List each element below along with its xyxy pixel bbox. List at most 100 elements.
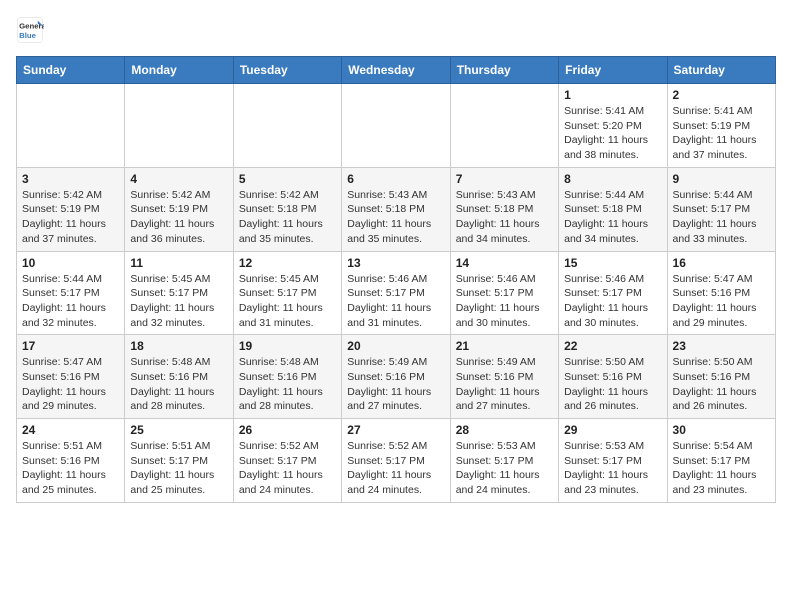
calendar-week-5: 24Sunrise: 5:51 AM Sunset: 5:16 PM Dayli… bbox=[17, 419, 776, 503]
weekday-header-monday: Monday bbox=[125, 57, 233, 84]
svg-text:General: General bbox=[19, 21, 44, 30]
calendar-cell: 26 Sunrise: 5:52 AM Sunset: 5:17 PM Dayli… bbox=[233, 419, 341, 503]
day-info: Sunrise: 5:53 AM Sunset: 5:17 PM Dayligh… bbox=[456, 439, 553, 498]
day-info: Sunrise: 5:41 AM Sunset: 5:19 PM Dayligh… bbox=[673, 104, 770, 163]
day-number: 8 bbox=[564, 172, 661, 186]
calendar-cell: 20 Sunrise: 5:49 AM Sunset: 5:16 PM Dayli… bbox=[342, 335, 450, 419]
day-number: 25 bbox=[130, 423, 227, 437]
calendar-cell: 28 Sunrise: 5:53 AM Sunset: 5:17 PM Dayli… bbox=[450, 419, 558, 503]
calendar-cell bbox=[342, 84, 450, 168]
day-number: 7 bbox=[456, 172, 553, 186]
calendar-cell: 18Sunrise: 5:48 AM Sunset: 5:16 PM Dayli… bbox=[125, 335, 233, 419]
day-info: Sunrise: 5:45 AM Sunset: 5:17 PM Dayligh… bbox=[130, 272, 227, 331]
svg-text:Blue: Blue bbox=[19, 31, 37, 40]
day-info: Sunrise: 5:42 AM Sunset: 5:19 PM Dayligh… bbox=[130, 188, 227, 247]
calendar-cell: 5 Sunrise: 5:42 AM Sunset: 5:18 PM Daylig… bbox=[233, 167, 341, 251]
day-info: Sunrise: 5:50 AM Sunset: 5:16 PM Dayligh… bbox=[673, 355, 770, 414]
weekday-header-row: SundayMondayTuesdayWednesdayThursdayFrid… bbox=[17, 57, 776, 84]
day-number: 11 bbox=[130, 256, 227, 270]
day-number: 1 bbox=[564, 88, 661, 102]
day-number: 18 bbox=[130, 339, 227, 353]
day-info: Sunrise: 5:53 AM Sunset: 5:17 PM Dayligh… bbox=[564, 439, 661, 498]
calendar-cell: 13 Sunrise: 5:46 AM Sunset: 5:17 PM Dayli… bbox=[342, 251, 450, 335]
calendar-cell: 27 Sunrise: 5:52 AM Sunset: 5:17 PM Dayli… bbox=[342, 419, 450, 503]
calendar-cell: 6 Sunrise: 5:43 AM Sunset: 5:18 PM Daylig… bbox=[342, 167, 450, 251]
day-number: 26 bbox=[239, 423, 336, 437]
calendar-cell: 17Sunrise: 5:47 AM Sunset: 5:16 PM Dayli… bbox=[17, 335, 125, 419]
weekday-header-saturday: Saturday bbox=[667, 57, 775, 84]
weekday-header-wednesday: Wednesday bbox=[342, 57, 450, 84]
day-info: Sunrise: 5:52 AM Sunset: 5:17 PM Dayligh… bbox=[239, 439, 336, 498]
day-info: Sunrise: 5:42 AM Sunset: 5:18 PM Dayligh… bbox=[239, 188, 336, 247]
day-number: 29 bbox=[564, 423, 661, 437]
weekday-header-thursday: Thursday bbox=[450, 57, 558, 84]
logo: General Blue bbox=[16, 16, 44, 44]
day-number: 20 bbox=[347, 339, 444, 353]
weekday-header-friday: Friday bbox=[559, 57, 667, 84]
day-number: 14 bbox=[456, 256, 553, 270]
day-info: Sunrise: 5:52 AM Sunset: 5:17 PM Dayligh… bbox=[347, 439, 444, 498]
calendar-week-4: 17Sunrise: 5:47 AM Sunset: 5:16 PM Dayli… bbox=[17, 335, 776, 419]
calendar-cell bbox=[17, 84, 125, 168]
day-number: 24 bbox=[22, 423, 119, 437]
calendar-cell: 24Sunrise: 5:51 AM Sunset: 5:16 PM Dayli… bbox=[17, 419, 125, 503]
day-info: Sunrise: 5:45 AM Sunset: 5:17 PM Dayligh… bbox=[239, 272, 336, 331]
day-info: Sunrise: 5:46 AM Sunset: 5:17 PM Dayligh… bbox=[456, 272, 553, 331]
calendar-cell: 25 Sunrise: 5:51 AM Sunset: 5:17 PM Dayli… bbox=[125, 419, 233, 503]
day-info: Sunrise: 5:51 AM Sunset: 5:17 PM Dayligh… bbox=[130, 439, 227, 498]
calendar-cell: 9Sunrise: 5:44 AM Sunset: 5:17 PM Daylig… bbox=[667, 167, 775, 251]
weekday-header-tuesday: Tuesday bbox=[233, 57, 341, 84]
calendar-cell: 16 Sunrise: 5:47 AM Sunset: 5:16 PM Dayli… bbox=[667, 251, 775, 335]
calendar-body: 1Sunrise: 5:41 AM Sunset: 5:20 PM Daylig… bbox=[17, 84, 776, 503]
day-number: 30 bbox=[673, 423, 770, 437]
day-info: Sunrise: 5:49 AM Sunset: 5:16 PM Dayligh… bbox=[456, 355, 553, 414]
day-info: Sunrise: 5:42 AM Sunset: 5:19 PM Dayligh… bbox=[22, 188, 119, 247]
day-number: 19 bbox=[239, 339, 336, 353]
page-header: General Blue bbox=[16, 16, 776, 44]
day-number: 16 bbox=[673, 256, 770, 270]
calendar-table: SundayMondayTuesdayWednesdayThursdayFrid… bbox=[16, 56, 776, 503]
day-number: 6 bbox=[347, 172, 444, 186]
calendar-cell: 7 Sunrise: 5:43 AM Sunset: 5:18 PM Daylig… bbox=[450, 167, 558, 251]
calendar-week-1: 1Sunrise: 5:41 AM Sunset: 5:20 PM Daylig… bbox=[17, 84, 776, 168]
day-number: 5 bbox=[239, 172, 336, 186]
calendar-header: SundayMondayTuesdayWednesdayThursdayFrid… bbox=[17, 57, 776, 84]
calendar-cell: 14 Sunrise: 5:46 AM Sunset: 5:17 PM Dayli… bbox=[450, 251, 558, 335]
day-info: Sunrise: 5:44 AM Sunset: 5:18 PM Dayligh… bbox=[564, 188, 661, 247]
calendar-cell: 22Sunrise: 5:50 AM Sunset: 5:16 PM Dayli… bbox=[559, 335, 667, 419]
day-number: 28 bbox=[456, 423, 553, 437]
calendar-cell bbox=[125, 84, 233, 168]
day-number: 15 bbox=[564, 256, 661, 270]
calendar-cell: 1Sunrise: 5:41 AM Sunset: 5:20 PM Daylig… bbox=[559, 84, 667, 168]
calendar-cell: 3 Sunrise: 5:42 AM Sunset: 5:19 PM Daylig… bbox=[17, 167, 125, 251]
day-number: 3 bbox=[22, 172, 119, 186]
day-number: 9 bbox=[673, 172, 770, 186]
calendar-cell bbox=[450, 84, 558, 168]
calendar-cell: 15 Sunrise: 5:46 AM Sunset: 5:17 PM Dayli… bbox=[559, 251, 667, 335]
day-number: 4 bbox=[130, 172, 227, 186]
calendar-cell: 29 Sunrise: 5:53 AM Sunset: 5:17 PM Dayli… bbox=[559, 419, 667, 503]
day-number: 12 bbox=[239, 256, 336, 270]
day-number: 13 bbox=[347, 256, 444, 270]
calendar-cell: 2 Sunrise: 5:41 AM Sunset: 5:19 PM Daylig… bbox=[667, 84, 775, 168]
day-number: 17 bbox=[22, 339, 119, 353]
day-info: Sunrise: 5:49 AM Sunset: 5:16 PM Dayligh… bbox=[347, 355, 444, 414]
day-number: 27 bbox=[347, 423, 444, 437]
calendar-cell: 12 Sunrise: 5:45 AM Sunset: 5:17 PM Dayli… bbox=[233, 251, 341, 335]
day-number: 10 bbox=[22, 256, 119, 270]
day-info: Sunrise: 5:47 AM Sunset: 5:16 PM Dayligh… bbox=[673, 272, 770, 331]
calendar-cell: 30 Sunrise: 5:54 AM Sunset: 5:17 PM Dayli… bbox=[667, 419, 775, 503]
calendar-cell: 21Sunrise: 5:49 AM Sunset: 5:16 PM Dayli… bbox=[450, 335, 558, 419]
day-info: Sunrise: 5:46 AM Sunset: 5:17 PM Dayligh… bbox=[347, 272, 444, 331]
day-info: Sunrise: 5:46 AM Sunset: 5:17 PM Dayligh… bbox=[564, 272, 661, 331]
weekday-header-sunday: Sunday bbox=[17, 57, 125, 84]
calendar-week-3: 10Sunrise: 5:44 AM Sunset: 5:17 PM Dayli… bbox=[17, 251, 776, 335]
calendar-cell: 8 Sunrise: 5:44 AM Sunset: 5:18 PM Daylig… bbox=[559, 167, 667, 251]
logo-icon: General Blue bbox=[16, 16, 44, 44]
day-number: 23 bbox=[673, 339, 770, 353]
day-info: Sunrise: 5:43 AM Sunset: 5:18 PM Dayligh… bbox=[456, 188, 553, 247]
day-info: Sunrise: 5:54 AM Sunset: 5:17 PM Dayligh… bbox=[673, 439, 770, 498]
day-info: Sunrise: 5:43 AM Sunset: 5:18 PM Dayligh… bbox=[347, 188, 444, 247]
calendar-cell: 23 Sunrise: 5:50 AM Sunset: 5:16 PM Dayli… bbox=[667, 335, 775, 419]
day-number: 2 bbox=[673, 88, 770, 102]
